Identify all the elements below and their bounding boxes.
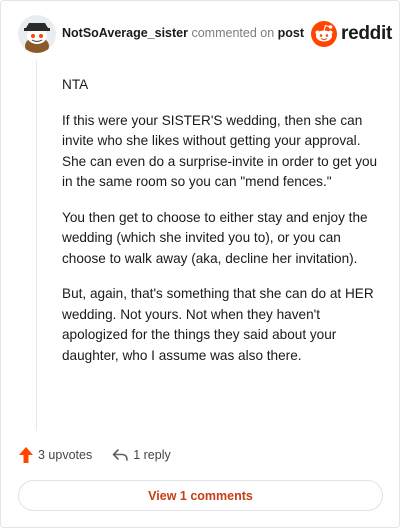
- view-comments-button[interactable]: View 1 comments: [18, 480, 383, 511]
- reddit-snoo-icon: [311, 21, 337, 47]
- reddit-logo[interactable]: reddit: [311, 21, 392, 47]
- comment-actions: 3 upvotes 1 reply: [19, 445, 171, 465]
- reply-count: 1 reply: [133, 448, 171, 462]
- comment-paragraph: You then get to choose to either stay an…: [62, 209, 368, 266]
- comment-header: NotSoAverage_sister commented on post re…: [18, 15, 392, 53]
- comment-paragraph: NTA: [62, 77, 89, 92]
- username-link[interactable]: NotSoAverage_sister: [62, 26, 188, 40]
- upvote-arrow-icon: [19, 447, 33, 463]
- thread-line[interactable]: [36, 61, 37, 431]
- reply-arrow-icon: [112, 449, 129, 461]
- upvote-count: 3 upvotes: [38, 448, 93, 462]
- comment-meta: NotSoAverage_sister commented on post: [62, 26, 304, 40]
- reply-button[interactable]: 1 reply: [112, 448, 171, 462]
- post-link[interactable]: post: [278, 26, 304, 40]
- comment-paragraph: But, again, that's something that she ca…: [62, 286, 374, 363]
- avatar[interactable]: [18, 15, 56, 53]
- comment-body: NTA If this were your SISTER'S wedding, …: [62, 75, 384, 381]
- brand-text: reddit: [341, 23, 392, 44]
- snoo-avatar-icon: [18, 15, 56, 53]
- action-text: commented on: [191, 26, 275, 40]
- comment-card: NotSoAverage_sister commented on post re…: [0, 0, 400, 528]
- comment-paragraph: If this were your SISTER'S wedding, then…: [62, 112, 378, 190]
- upvote-button[interactable]: 3 upvotes: [19, 447, 92, 463]
